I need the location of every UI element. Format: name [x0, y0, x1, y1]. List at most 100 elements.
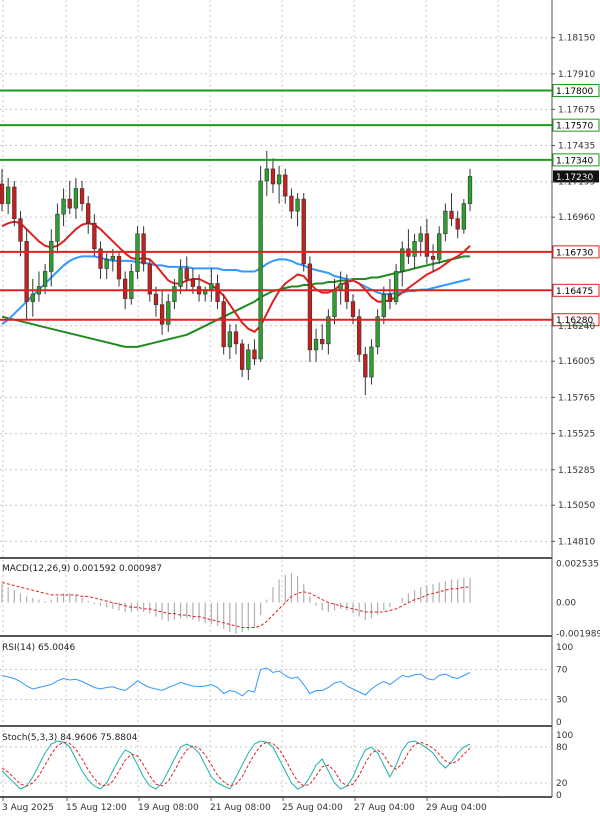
candle-body — [190, 278, 196, 287]
candle-body — [116, 256, 122, 280]
rsi-tick-label: 100 — [556, 643, 573, 653]
candle-body — [6, 186, 11, 204]
candle-body — [467, 176, 473, 204]
candle-body — [227, 331, 232, 348]
level-label: 1.17800 — [556, 87, 593, 97]
candle-body — [67, 198, 72, 209]
price-tick-label: 1.15285 — [558, 466, 595, 476]
candle-body — [12, 186, 17, 219]
candle-body — [86, 203, 91, 224]
candle-body — [215, 283, 220, 302]
candle-body — [332, 289, 337, 318]
candle-body — [104, 259, 109, 269]
candle-body — [338, 283, 343, 290]
candle-body — [184, 268, 189, 280]
macd-tick-label: 0.002535 — [556, 559, 599, 569]
price-tick-label: 1.14810 — [558, 537, 595, 547]
candle-body — [443, 210, 448, 235]
candle-body — [381, 293, 386, 318]
candle-body — [55, 213, 60, 242]
price-tick-label: 1.17435 — [558, 142, 595, 152]
candle-body — [424, 233, 430, 257]
candle-body — [129, 271, 134, 299]
candle-body — [412, 240, 417, 257]
candle-body — [178, 268, 183, 287]
candle-body — [246, 349, 251, 370]
candle-body — [61, 198, 66, 215]
candle-body — [461, 203, 466, 230]
candle-body — [283, 174, 288, 197]
candle-body — [387, 293, 393, 302]
stoch-tick-label: 100 — [556, 731, 573, 741]
price-tick-label: 1.18150 — [558, 34, 595, 44]
price-tick-label: 1.16005 — [558, 357, 595, 367]
price-tick-label: 1.17910 — [558, 70, 595, 80]
candle-body — [418, 233, 423, 242]
candle-body — [350, 301, 356, 318]
candle-body — [430, 256, 436, 260]
time-tick-label: 27 Aug 04:00 — [354, 803, 415, 813]
candle-body — [276, 174, 282, 185]
candle-body — [233, 331, 239, 345]
candle-body — [141, 233, 146, 265]
candle-body — [301, 198, 306, 265]
candle-body — [258, 180, 263, 360]
time-tick-label: 29 Aug 04:00 — [426, 803, 487, 813]
candle-body — [375, 316, 380, 348]
candle-body — [326, 316, 331, 345]
time-tick-label: 21 Aug 08:00 — [210, 803, 271, 813]
chart-background — [0, 0, 600, 817]
candle-body — [92, 222, 97, 250]
level-label: 1.16730 — [556, 248, 593, 258]
price-tick-label: 1.15525 — [558, 430, 595, 440]
candle-body — [79, 188, 85, 204]
candle-body — [240, 343, 245, 370]
candle-body — [123, 278, 128, 299]
candle-body — [270, 168, 276, 185]
candle-body — [313, 339, 319, 351]
candle-body — [0, 183, 5, 204]
candle-body — [18, 218, 23, 242]
level-label: 1.17340 — [556, 156, 593, 166]
candle-body — [73, 188, 79, 209]
candle-body — [295, 198, 300, 212]
time-tick-label: 25 Aug 04:00 — [282, 803, 343, 813]
rsi-tick-label: 70 — [556, 666, 568, 676]
stoch-title: Stoch(5,3,3) 84.9606 75.8804 — [2, 733, 138, 743]
candle-body — [153, 293, 159, 305]
level-label: 1.17570 — [556, 122, 593, 132]
rsi-tick-label: 0 — [556, 718, 562, 728]
candle-body — [30, 293, 35, 302]
candle-body — [221, 301, 226, 348]
candle-body — [264, 168, 269, 182]
candle-body — [363, 354, 368, 378]
candle-body — [449, 210, 454, 219]
candle-body — [437, 233, 442, 260]
candle-body — [42, 271, 48, 287]
candle-body — [24, 240, 29, 302]
candle-body — [307, 263, 313, 351]
stoch-tick-label: 80 — [556, 743, 568, 753]
macd-title: MACD(12,26,9) 0.001592 0.000987 — [2, 564, 162, 574]
price-tick-label: 1.15765 — [558, 393, 595, 403]
time-tick-label: 15 Aug 12:00 — [66, 803, 127, 813]
macd-tick-label: -0.001989 — [556, 630, 600, 640]
price-tick-label: 1.17195 — [558, 178, 595, 188]
price-tick-label: 1.15050 — [558, 501, 595, 511]
price-tick-label: 1.16960 — [558, 213, 595, 223]
time-tick-label: 19 Aug 08:00 — [138, 803, 199, 813]
rsi-title: RSI(14) 65.0046 — [2, 643, 75, 653]
price-tick-label: 1.16240 — [558, 322, 595, 332]
price-chart[interactable]: 1.17800 1.17570 1.17340 1.16730 1.16475 1.162… — [0, 0, 600, 817]
candle-body — [320, 339, 325, 345]
candle-body — [357, 316, 362, 355]
candle-body — [455, 218, 460, 230]
candle-body — [159, 304, 165, 325]
stoch-tick-label: 0 — [556, 791, 562, 801]
candle-body — [289, 195, 294, 212]
candle-body — [166, 301, 171, 325]
candle-body — [172, 286, 177, 302]
candle-body — [344, 283, 349, 302]
candle-body — [369, 346, 374, 378]
stoch-tick-label: 20 — [556, 779, 568, 789]
